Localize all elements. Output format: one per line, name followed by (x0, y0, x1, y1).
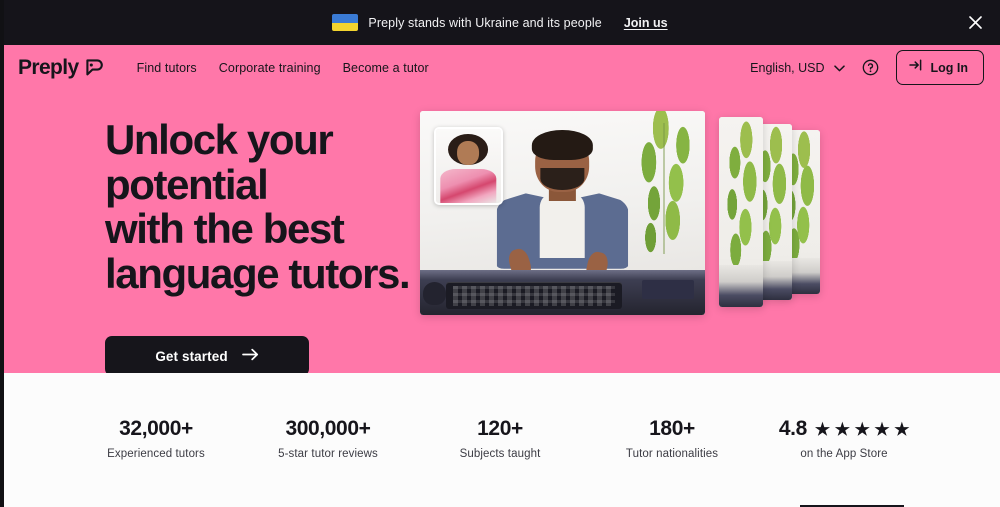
preply-speech-bubble-icon (84, 58, 103, 77)
star-rating: ★ ★ ★ ★ ★ (814, 419, 910, 439)
stat-5-star-tutor-reviews: 300,000+ 5-star tutor reviews (242, 417, 414, 460)
ukraine-flag-icon (332, 14, 359, 31)
stat-tutor-nationalities: 180+ Tutor nationalities (586, 417, 758, 460)
banner-content: Preply stands with Ukraine and its peopl… (332, 14, 668, 31)
headline-line-3: language tutors. (105, 249, 411, 297)
preply-logo[interactable]: Preply (18, 57, 103, 78)
stat-label: Subjects taught (459, 448, 541, 461)
nav-item-become-a-tutor[interactable]: Become a tutor (343, 61, 429, 75)
login-arrow-icon (908, 58, 923, 77)
header-actions: English, USD Log In (750, 50, 984, 85)
headline-line-2: with the best (105, 205, 345, 253)
chevron-down-icon (833, 59, 845, 77)
join-us-link[interactable]: Join us (624, 16, 668, 30)
brand-wordmark: Preply (18, 56, 79, 79)
hero-body: Unlock your potential with the best lang… (0, 90, 1000, 373)
stat-experienced-tutors: 32,000+ Experienced tutors (70, 417, 242, 460)
star-icon: ★ (814, 419, 830, 439)
tutor-figure (496, 129, 629, 285)
hero-copy: Unlock your potential with the best lang… (0, 104, 420, 373)
stat-value: 120+ (477, 417, 523, 440)
log-in-label: Log In (930, 60, 969, 75)
window-left-edge (0, 0, 4, 507)
arrow-right-icon (241, 348, 259, 364)
stat-label: Tutor nationalities (625, 448, 719, 461)
stat-value: 180+ (649, 417, 695, 440)
tutor-video-call-image[interactable] (420, 111, 705, 315)
star-icon: ★ (854, 419, 870, 439)
stats-strip: 32,000+ Experienced tutors 300,000+ 5-st… (0, 373, 1000, 461)
star-icon: ★ (894, 419, 910, 439)
star-icon: ★ (834, 419, 850, 439)
banner-text: Preply stands with Ukraine and its peopl… (368, 15, 602, 30)
primary-nav: Find tutors Corporate training Become a … (137, 61, 429, 75)
get-started-label: Get started (155, 348, 228, 364)
log-in-button[interactable]: Log In (895, 50, 984, 85)
page-title: Unlock your potential with the best lang… (105, 116, 420, 297)
carousel-peek-slide-1[interactable] (719, 117, 763, 307)
hero-section: Preply Find tutors Corporate training Be… (0, 45, 1000, 373)
student-picture-in-picture-image[interactable] (434, 127, 503, 205)
stat-label: on the App Store (800, 448, 888, 461)
stat-subjects-taught: 120+ Subjects taught (414, 417, 586, 460)
help-circle-icon[interactable] (862, 59, 879, 76)
stat-value: 300,000+ (285, 417, 371, 440)
close-icon[interactable] (964, 12, 986, 34)
nav-item-find-tutors[interactable]: Find tutors (137, 61, 197, 75)
rating-number: 4.8 (778, 417, 807, 440)
get-started-button[interactable]: Get started (105, 336, 309, 373)
stat-value: 32,000+ (119, 417, 193, 440)
headline-line-1: Unlock your potential (105, 116, 334, 208)
stat-label: 5-star tutor reviews (278, 448, 378, 461)
stat-label: Experienced tutors (107, 448, 205, 461)
ukraine-support-banner: Preply stands with Ukraine and its peopl… (0, 0, 1000, 45)
language-currency-selector[interactable]: English, USD (750, 59, 845, 77)
site-header: Preply Find tutors Corporate training Be… (0, 45, 1000, 90)
stat-value-row: 4.8 ★ ★ ★ ★ ★ (758, 417, 930, 441)
stat-app-store-rating: 4.8 ★ ★ ★ ★ ★ on the App Store (758, 417, 930, 460)
locale-label: English, USD (750, 60, 825, 75)
star-icon: ★ (874, 419, 890, 439)
hero-media-carousel[interactable] (420, 104, 1000, 373)
nav-item-corporate-training[interactable]: Corporate training (219, 61, 321, 75)
browser-viewport: Preply stands with Ukraine and its peopl… (0, 0, 1000, 507)
